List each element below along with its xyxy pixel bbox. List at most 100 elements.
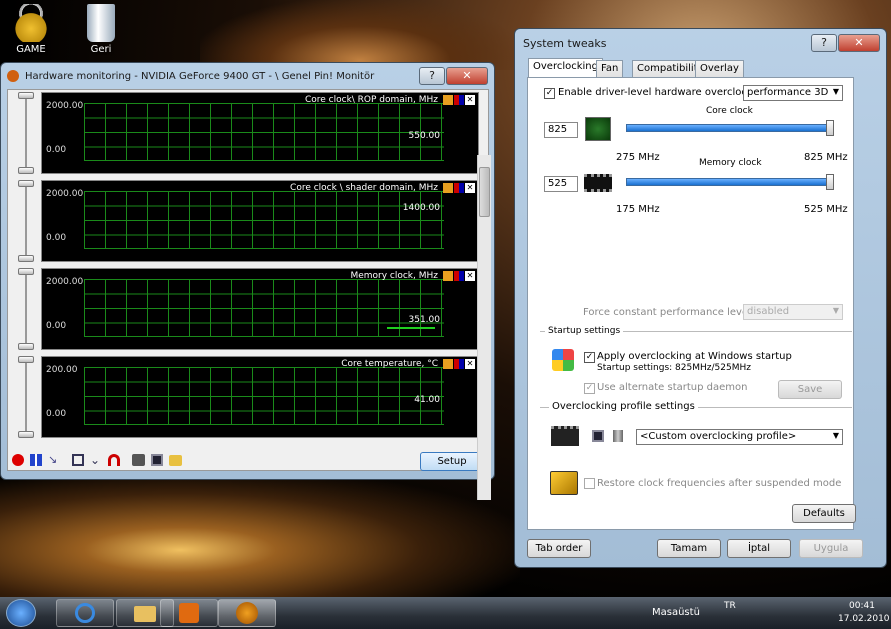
graph-core-shader: 2000.00 0.00 Core clock \ shader domain,… — [41, 180, 479, 262]
profile-settings-group-label: Overclocking profile settings — [549, 401, 698, 412]
wallpaper-glow-top — [200, 0, 520, 70]
magnet-icon[interactable] — [108, 454, 120, 466]
tweaks-close-button[interactable]: ✕ — [838, 34, 880, 52]
graph-grid — [84, 191, 444, 249]
apply-at-startup-checkbox[interactable]: ✓ — [584, 352, 595, 363]
apply-at-startup-label: Apply overclocking at Windows startup — [597, 351, 792, 362]
force-performance-value: disabled — [747, 306, 790, 317]
monitor-client: 2000.00 0.00 Core clock\ ROP domain, MHz… — [7, 89, 489, 471]
memory-clock-title: Memory clock — [699, 158, 762, 168]
monitor-help-button[interactable]: ? — [419, 67, 445, 85]
graph-title: Core clock \ shader domain, MHz — [290, 183, 438, 193]
gear-icon[interactable] — [443, 271, 453, 281]
graph-core-temperature: 200.00 0.00 Core temperature, °C 41.00 ✕ — [41, 356, 479, 438]
force-performance-select[interactable]: disabled ▼ — [743, 304, 843, 320]
hardware-monitoring-window: Hardware monitoring - NVIDIA GeForce 940… — [0, 62, 495, 500]
windows-logo-icon — [552, 349, 574, 371]
language-indicator[interactable]: TR — [724, 601, 736, 611]
save-icon[interactable] — [151, 454, 163, 466]
gear-icon — [236, 602, 258, 624]
enable-overclocking-checkbox[interactable]: ✓ — [544, 88, 555, 99]
profile-card-icon — [551, 426, 579, 446]
gear-icon[interactable] — [443, 95, 453, 105]
tab-fan[interactable]: Fan — [596, 60, 624, 78]
memory-clock-slider-handle[interactable] — [826, 174, 834, 190]
monitor-scrollbar[interactable] — [477, 155, 491, 500]
mode-select[interactable]: performance 3D ▼ — [743, 85, 843, 101]
tab-order-button[interactable]: Tab order — [527, 539, 591, 558]
core-clock-slider[interactable] — [626, 124, 832, 132]
close-icon[interactable]: ✕ — [465, 183, 475, 193]
cancel-button[interactable]: İptal — [727, 539, 791, 558]
graph-slider-4[interactable] — [18, 356, 34, 438]
tweaks-titlebar: System tweaks ? ✕ — [515, 29, 886, 57]
pause-icon[interactable] — [30, 454, 42, 466]
magnet-icon[interactable] — [454, 183, 464, 193]
printer-icon[interactable] — [132, 454, 145, 466]
folder-icon[interactable] — [169, 454, 182, 466]
core-clock-slider-handle[interactable] — [826, 120, 834, 136]
taskbar: Masaüstü TR 00:41 17.02.2010 — [0, 597, 891, 629]
memory-chip-icon — [584, 174, 612, 192]
graph-ymin: 0.00 — [46, 409, 67, 419]
defaults-button[interactable]: Defaults — [792, 504, 856, 523]
graph-slider-3[interactable] — [18, 268, 34, 350]
mode-select-value: performance 3D — [747, 87, 829, 98]
gear-icon[interactable] — [443, 359, 453, 369]
close-icon[interactable]: ✕ — [465, 359, 475, 369]
graph-slider-2[interactable] — [18, 180, 34, 262]
chevron-down-icon[interactable]: ⌄ — [90, 454, 102, 466]
close-icon[interactable]: ✕ — [465, 95, 475, 105]
taskbar-desktop-label[interactable]: Masaüstü — [652, 607, 700, 618]
tweaks-help-button[interactable]: ? — [811, 34, 837, 52]
trash-icon[interactable] — [613, 430, 623, 442]
taskbar-ie[interactable] — [56, 599, 114, 627]
gear-icon[interactable] — [443, 183, 453, 193]
desktop-icon-game[interactable]: GAME — [0, 4, 66, 55]
monitor-toolbar: ↘ ⌄ — [12, 454, 182, 466]
internet-explorer-icon — [75, 603, 95, 623]
save-startup-button[interactable]: Save — [778, 380, 842, 399]
clock-date[interactable]: 17.02.2010 — [838, 614, 890, 624]
wallpaper-glow-bottom — [0, 470, 520, 600]
magnet-icon[interactable] — [454, 359, 464, 369]
graph-current-value: 1400.00 — [402, 203, 440, 213]
magnet-icon[interactable] — [454, 95, 464, 105]
save-icon[interactable] — [592, 430, 604, 442]
graph-ymin: 0.00 — [46, 321, 67, 331]
cursor-icon[interactable]: ↘ — [48, 454, 60, 466]
monitor-close-button[interactable]: ✕ — [446, 67, 488, 85]
magnet-icon[interactable] — [454, 271, 464, 281]
restore-icon — [550, 471, 578, 495]
memory-clock-slider[interactable] — [626, 178, 832, 186]
core-clock-input[interactable]: 825 — [544, 122, 578, 138]
folder-icon — [134, 606, 156, 622]
graph-title: Core temperature, °C — [341, 359, 438, 369]
memory-clock-input[interactable]: 525 — [544, 176, 578, 192]
monitor-title: Hardware monitoring - NVIDIA GeForce 940… — [25, 70, 375, 82]
tab-overclocking[interactable]: Overclocking — [528, 58, 603, 78]
start-button[interactable] — [6, 599, 36, 627]
recycle-bin-icon — [87, 4, 115, 42]
graph-slider-1[interactable] — [18, 92, 34, 174]
scrollbar-thumb[interactable] — [479, 167, 490, 217]
startup-settings-detail: Startup settings: 825MHz/525MHz — [597, 363, 751, 373]
graph-memory-clock: 2000.00 0.00 Memory clock, MHz 351.00 ✕ — [41, 268, 479, 350]
close-icon[interactable]: ✕ — [465, 271, 475, 281]
tab-overlay[interactable]: Overlay — [695, 60, 744, 78]
setup-button[interactable]: Setup — [420, 452, 484, 471]
chevron-down-icon: ▼ — [832, 87, 839, 96]
taskbar-media-player[interactable] — [160, 599, 218, 627]
windows-icon[interactable] — [72, 454, 84, 466]
profile-select[interactable]: <Custom overclocking profile> ▼ — [636, 429, 843, 445]
alternate-daemon-checkbox[interactable]: ✓ — [584, 383, 595, 394]
record-icon[interactable] — [12, 454, 24, 466]
clock-time[interactable]: 00:41 — [849, 601, 875, 611]
restore-clock-checkbox[interactable] — [584, 478, 595, 489]
desktop-icon-recycle-bin[interactable]: Geri — [66, 4, 136, 55]
graph-current-value: 41.00 — [414, 395, 440, 405]
ok-button[interactable]: Tamam — [657, 539, 721, 558]
taskbar-afterburner[interactable] — [218, 599, 276, 627]
graph-title: Memory clock, MHz — [350, 271, 438, 281]
apply-button[interactable]: Uygula — [799, 539, 863, 558]
